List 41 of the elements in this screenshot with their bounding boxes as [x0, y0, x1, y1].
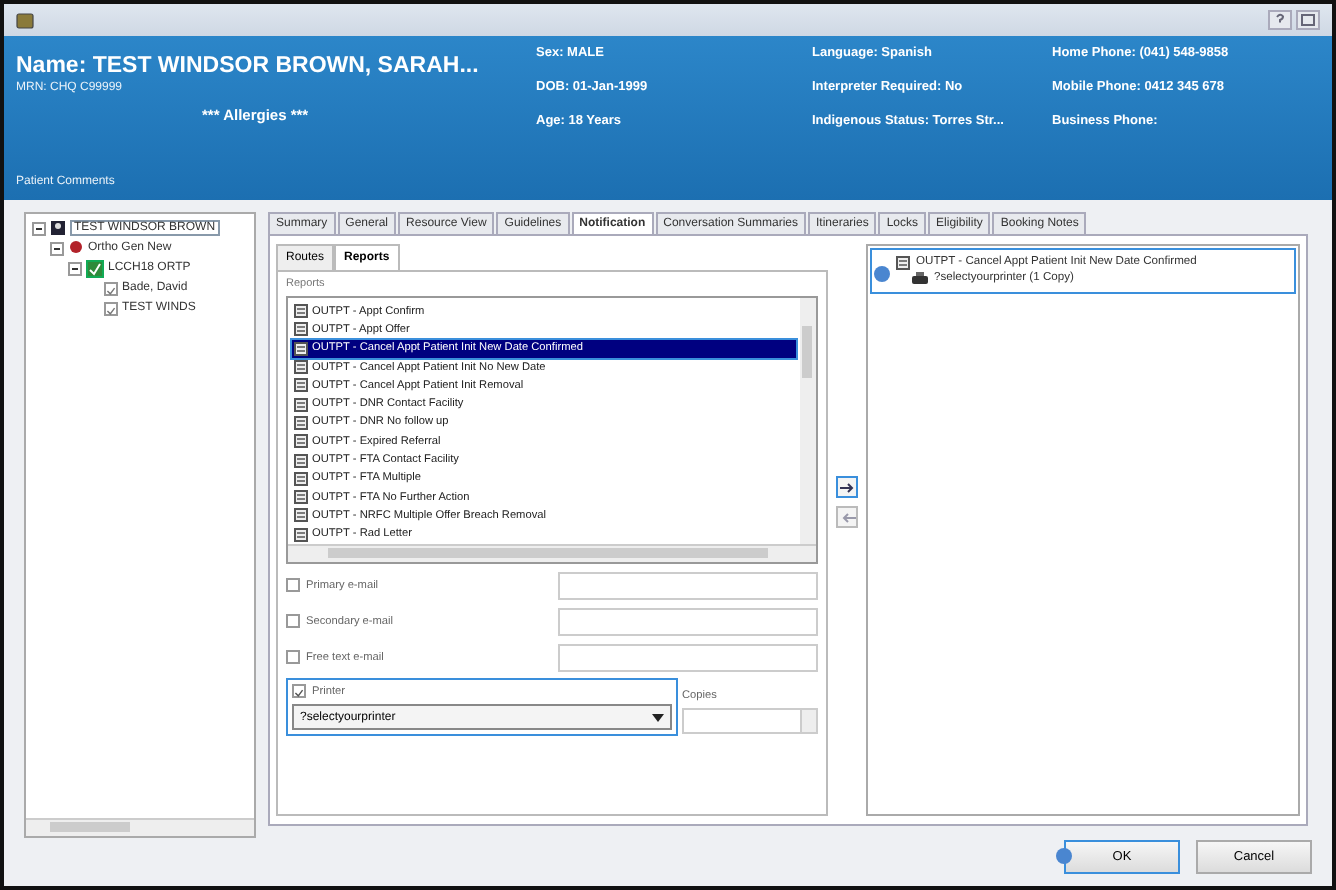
document-icon: [294, 434, 308, 449]
expander-icon[interactable]: [32, 221, 46, 235]
email-field[interactable]: [558, 607, 818, 635]
checkbox[interactable]: [292, 684, 306, 698]
expander-icon[interactable]: [50, 241, 64, 255]
app-icon: [16, 11, 34, 29]
horizontal-scrollbar[interactable]: [26, 818, 254, 836]
document-icon: [294, 508, 308, 523]
document-icon: [294, 341, 308, 356]
dropdown-arrow-icon[interactable]: [652, 713, 664, 721]
vertical-scrollbar[interactable]: [800, 298, 816, 544]
document-icon: [294, 304, 308, 319]
printer-icon: [912, 271, 928, 285]
checkbox[interactable]: [286, 650, 300, 664]
document-icon: [294, 397, 308, 412]
document-icon: [294, 378, 308, 393]
patient-name: Name: TEST WINDSOR BROWN, SARAH...: [16, 52, 479, 81]
document-icon: [294, 322, 308, 337]
document-icon: [294, 360, 308, 375]
checkbox[interactable]: [104, 281, 118, 295]
checkbox[interactable]: [286, 614, 300, 628]
checkbox[interactable]: [104, 301, 118, 315]
checkbox[interactable]: [286, 578, 300, 592]
document-icon: [294, 527, 308, 542]
email-field[interactable]: [558, 643, 818, 671]
step-marker: [874, 266, 890, 282]
expander-icon[interactable]: [68, 261, 82, 275]
email-field[interactable]: [558, 571, 818, 599]
document-icon: [294, 453, 308, 468]
document-icon: [294, 490, 308, 505]
step-marker: [1056, 848, 1072, 864]
document-icon: [896, 255, 910, 269]
copies-spinner[interactable]: [682, 708, 818, 734]
document-icon: [294, 415, 308, 430]
document-icon: [294, 471, 308, 486]
add-button[interactable]: [836, 476, 858, 498]
maximize-icon[interactable]: [1296, 10, 1320, 30]
horizontal-scrollbar[interactable]: [288, 544, 816, 562]
person-icon: [50, 220, 66, 236]
help-icon[interactable]: [1268, 10, 1292, 30]
remove-button[interactable]: [836, 506, 858, 528]
